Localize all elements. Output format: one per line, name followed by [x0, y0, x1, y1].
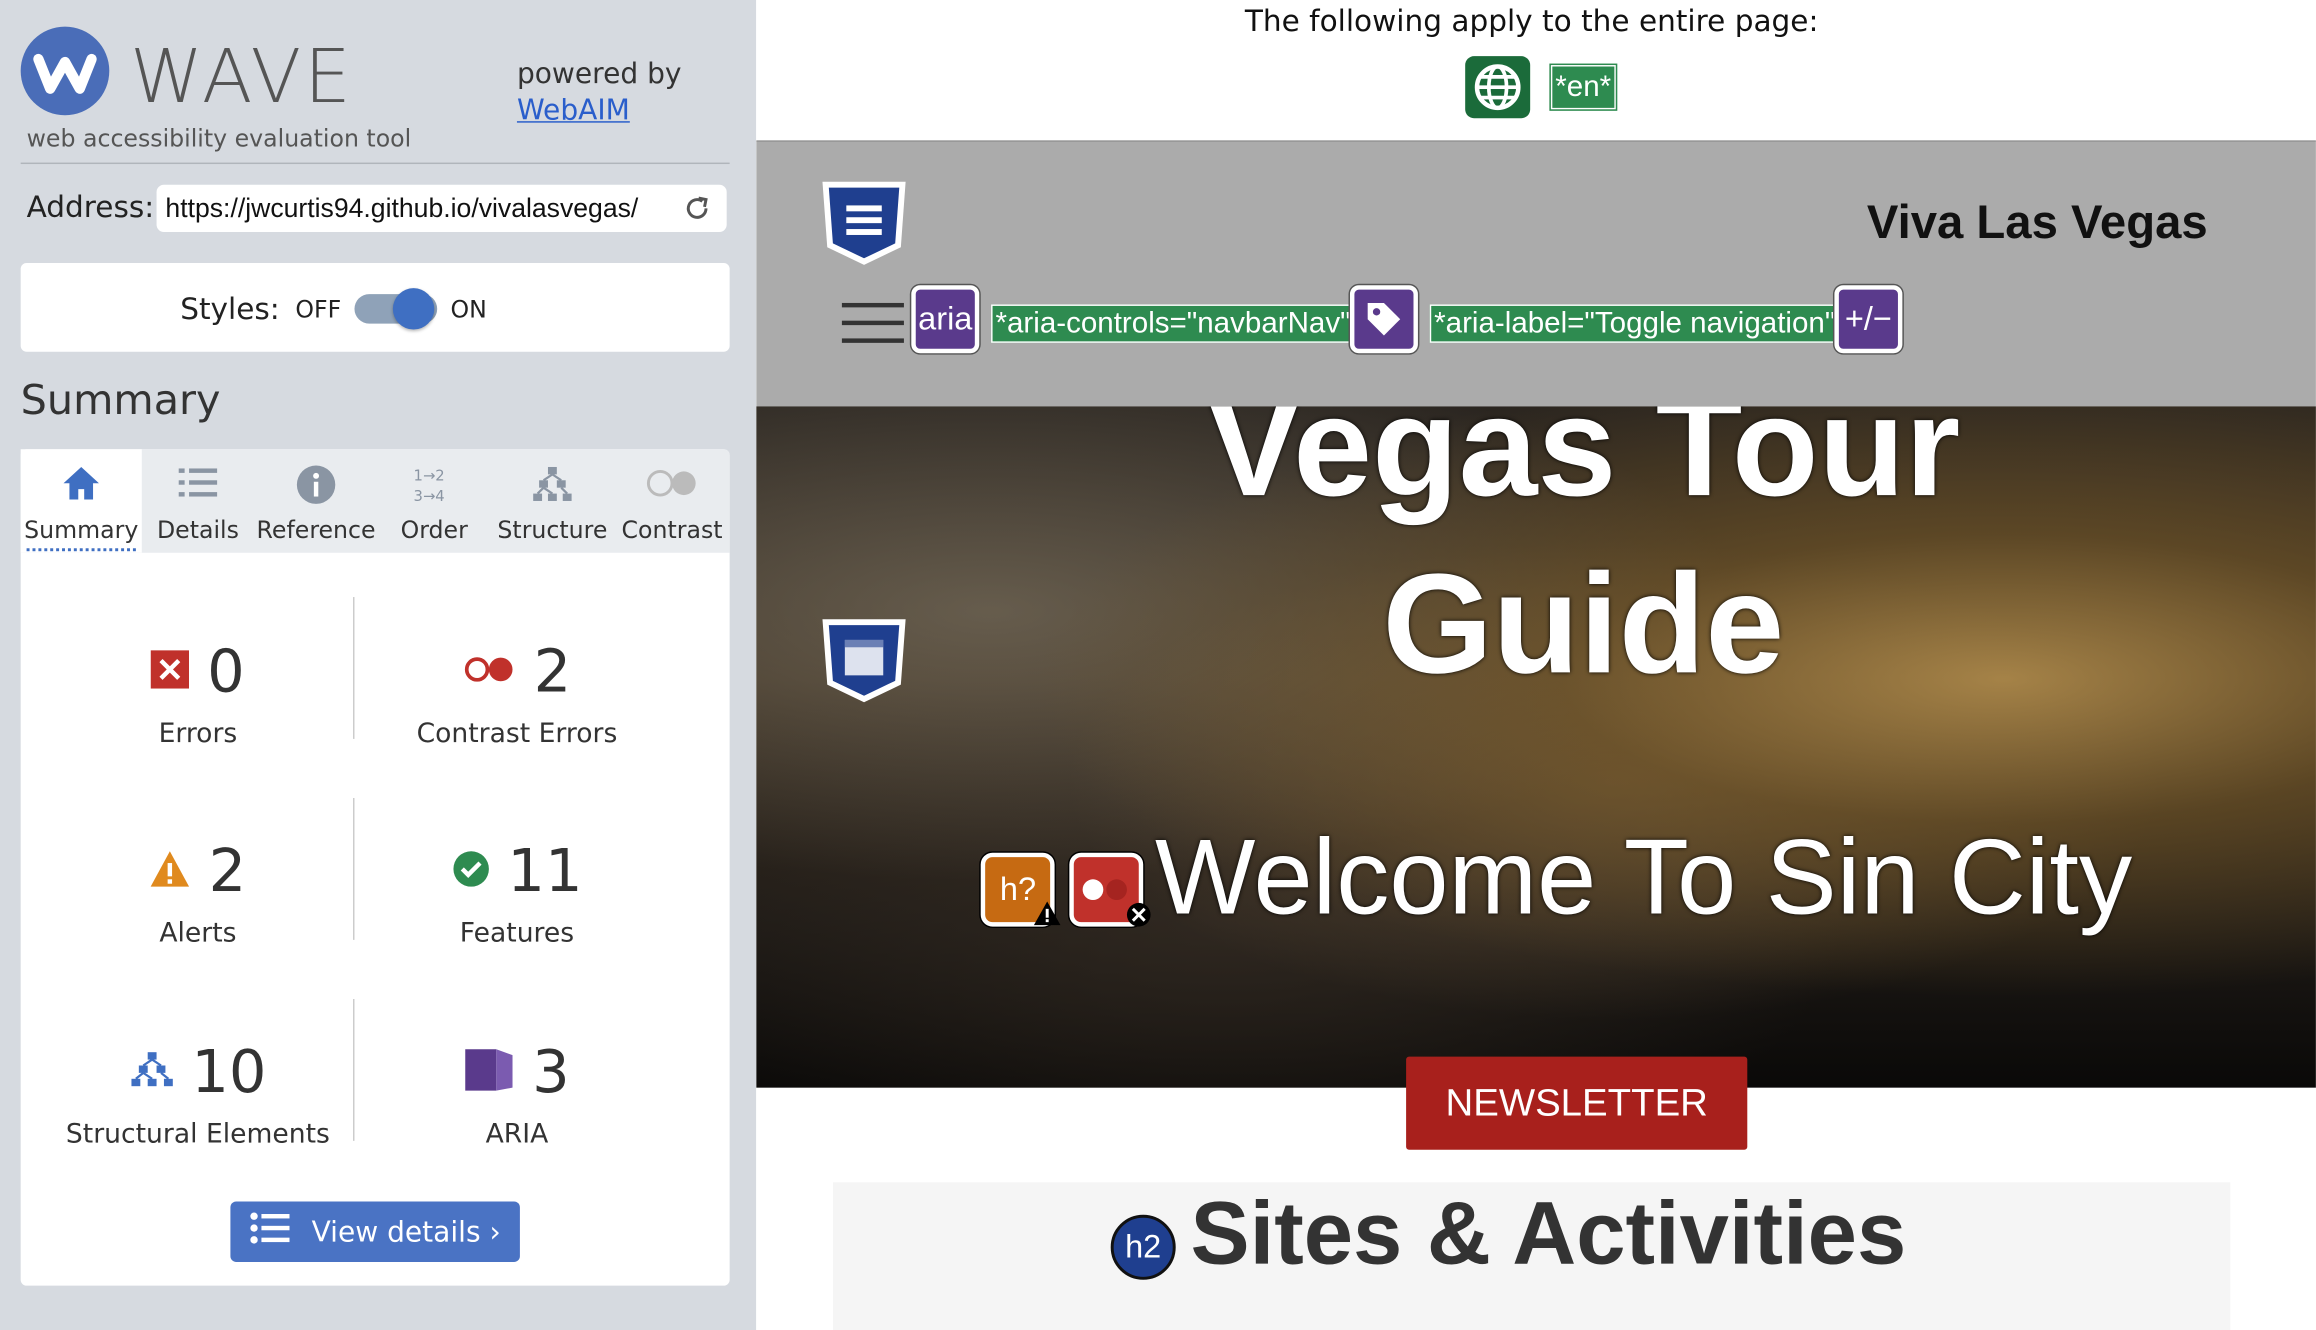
styles-off-label: OFF	[295, 295, 342, 324]
powered-by-text: powered by	[516, 57, 682, 91]
page-level-caption: The following apply to the entire page:	[1244, 2, 1819, 39]
wave-sidebar: WAVE web accessibility evaluation tool p…	[0, 0, 757, 1330]
alert-icon	[150, 850, 191, 894]
styles-toggle-panel: Styles: OFF ON	[20, 263, 730, 352]
contrast-errors-count: 2	[533, 638, 572, 707]
language-globe-icon[interactable]	[1465, 56, 1531, 119]
summary-heading: Summary	[20, 375, 221, 425]
webaim-link[interactable]: WebAIM	[517, 95, 630, 128]
stat-contrast-errors[interactable]: 2 Contrast Errors	[354, 635, 679, 749]
stat-structural[interactable]: 10 Structural Elements	[35, 1036, 360, 1150]
main-landmark-icon[interactable]	[821, 618, 907, 711]
possible-heading-alert-badge[interactable]: h?	[980, 852, 1061, 927]
tab-order-label: Order	[400, 515, 468, 544]
alerts-label: Alerts	[159, 917, 237, 949]
list-icon	[142, 464, 254, 502]
home-icon	[21, 464, 142, 502]
stat-features[interactable]: 11 Features	[354, 835, 679, 949]
features-count: 11	[507, 837, 583, 906]
contrast-error-icon	[463, 653, 516, 691]
features-label: Features	[459, 917, 575, 949]
hero-title-line2: Guide	[1382, 545, 1785, 704]
view-details-label: View details ›	[311, 1215, 501, 1249]
summary-panel: Summary Details Reference 1→2 3→4 Order S…	[20, 449, 730, 1286]
tab-structure-label: Structure	[497, 515, 608, 544]
hero-title-line1: Vegas Tour	[1206, 406, 1961, 527]
error-small-icon	[1125, 901, 1152, 935]
svg-text:1→2: 1→2	[414, 467, 445, 484]
alert-small-icon	[1032, 900, 1062, 934]
wave-logo-subtitle: web accessibility evaluation tool	[26, 124, 412, 153]
view-details-button[interactable]: View details ›	[230, 1201, 520, 1263]
hero-title: Vegas Tour Guide	[756, 406, 2316, 713]
site-navbar	[756, 141, 2316, 407]
aria-expanded-badge[interactable]: +/−	[1834, 285, 1903, 354]
structure-element-icon	[129, 1051, 173, 1095]
styles-label: Styles:	[180, 291, 280, 327]
alerts-count: 2	[208, 837, 247, 906]
stat-aria[interactable]: 3 ARIA	[354, 1036, 679, 1150]
tab-summary[interactable]: Summary	[20, 449, 142, 553]
tab-reference[interactable]: Reference	[254, 449, 378, 552]
header-landmark-icon[interactable]	[821, 180, 907, 273]
contrast-error-badge[interactable]	[1069, 852, 1151, 927]
styles-on-label: ON	[450, 295, 487, 324]
structure-icon	[490, 464, 614, 502]
tab-bar: Summary Details Reference 1→2 3→4 Order S…	[20, 449, 730, 553]
aria-badge[interactable]: aria	[911, 285, 980, 354]
aria-count: 3	[532, 1038, 570, 1107]
errors-count: 0	[207, 638, 245, 707]
address-input[interactable]: https://jwcurtis94.github.io/vivalasvega…	[156, 184, 727, 233]
tab-details[interactable]: Details	[142, 449, 254, 552]
structural-label: Structural Elements	[65, 1118, 330, 1150]
wave-logo-icon	[20, 26, 110, 116]
aria-label: ARIA	[485, 1118, 549, 1150]
svg-text:3→4: 3→4	[414, 488, 445, 505]
tab-reference-label: Reference	[256, 515, 376, 544]
newsletter-button[interactable]: NEWSLETTER	[1406, 1056, 1748, 1150]
aria-label-tag-icon[interactable]	[1349, 285, 1418, 354]
info-icon	[254, 464, 378, 504]
tab-contrast[interactable]: Contrast	[614, 449, 729, 552]
feature-check-icon	[451, 850, 489, 894]
list-icon	[250, 1212, 291, 1252]
stat-errors[interactable]: 0 Errors	[35, 635, 360, 749]
language-badge: *en*	[1549, 63, 1618, 111]
divider	[20, 162, 730, 165]
contrast-icon	[614, 464, 729, 502]
tab-order[interactable]: 1→2 3→4 Order	[378, 449, 490, 552]
structural-count: 10	[191, 1038, 267, 1107]
tab-summary-label: Summary	[21, 516, 142, 552]
tab-details-label: Details	[156, 515, 239, 544]
reload-icon[interactable]	[682, 194, 712, 229]
order-icon: 1→2 3→4	[378, 464, 490, 505]
errors-label: Errors	[158, 718, 238, 750]
styles-toggle-knob[interactable]	[392, 288, 435, 330]
address-label: Address:	[26, 189, 155, 225]
site-brand[interactable]: Viva Las Vegas	[1867, 195, 2208, 250]
aria-controls-attr: *aria-controls="navbarNav"*	[991, 304, 1367, 343]
stat-alerts[interactable]: 2 Alerts	[35, 835, 360, 949]
possible-heading-alert-text: h?	[999, 870, 1037, 908]
contrast-errors-label: Contrast Errors	[416, 718, 618, 750]
aria-label-attr: *aria-label="Toggle navigation"*	[1429, 304, 1852, 343]
hero-subtitle: Welcome To Sin City	[1155, 818, 2133, 937]
tab-structure[interactable]: Structure	[490, 449, 614, 552]
tab-contrast-label: Contrast	[621, 515, 723, 544]
hero-section: Vegas Tour Guide Welcome To Sin City	[756, 406, 2316, 1088]
sites-heading: Sites & Activities	[1190, 1183, 1907, 1283]
h2-badge[interactable]: h2	[1110, 1214, 1176, 1280]
wave-logo-text: WAVE	[129, 33, 354, 120]
aria-icon	[464, 1046, 514, 1099]
evaluated-page: The following apply to the entire page: …	[756, 0, 2316, 1330]
page-level-bar: The following apply to the entire page: …	[756, 0, 2316, 142]
hamburger-menu-icon[interactable]	[841, 302, 904, 356]
error-icon	[151, 650, 190, 694]
